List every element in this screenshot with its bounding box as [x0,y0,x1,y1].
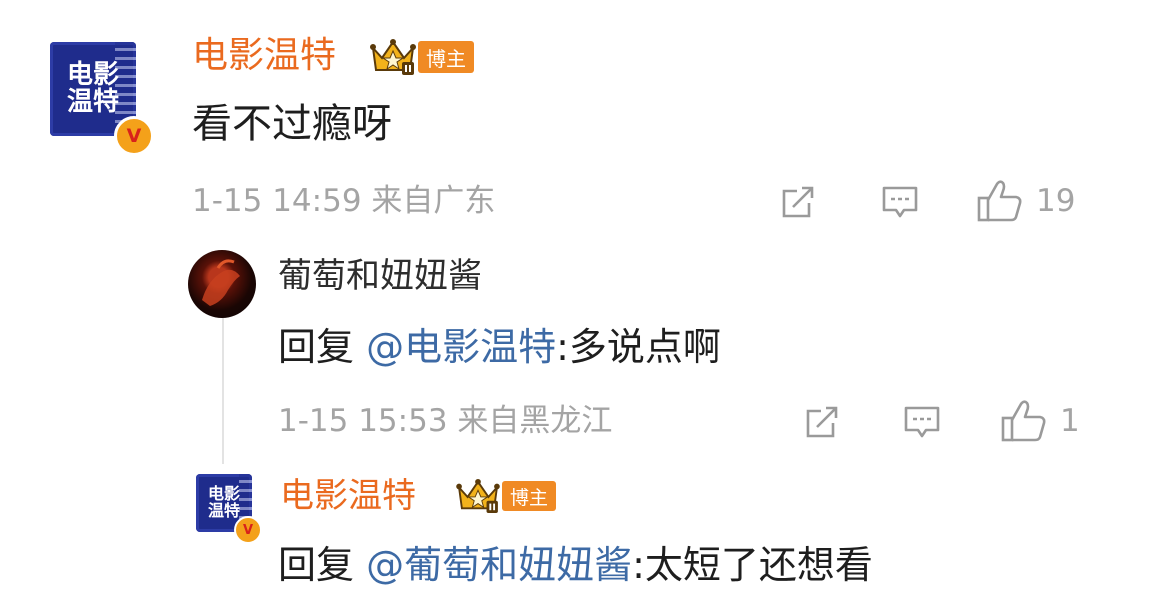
reply-body: :多说点啊 [556,325,721,369]
crown-icon [456,478,500,514]
badge-label: 博主 [418,41,474,73]
crown-icon [370,38,416,76]
badge-label: 博主 [502,481,557,511]
avatar-logo-text: 电影温特 [66,59,119,117]
share-button[interactable] [800,400,844,444]
comment-button[interactable] [878,180,922,224]
thumbs-up-icon [1001,400,1046,442]
share-icon [782,186,814,218]
avatar-image [202,259,240,306]
share-icon [806,406,838,438]
verified-badge-icon: V [234,516,262,544]
like-button[interactable] [998,396,1050,446]
reply-text: 回复 @电影温特:多说点啊 [278,322,721,372]
username[interactable]: 电影温特 [192,34,336,78]
avatar-logo-text: 电影温特 [207,484,240,520]
like-button[interactable] [974,176,1026,226]
thumbs-up-icon [977,180,1022,222]
comment-text: 看不过瘾呀 [192,101,392,147]
mention-link[interactable]: @葡萄和妞妞酱 [366,543,632,587]
reply-body: :太短了还想看 [632,543,873,587]
avatar[interactable] [188,250,256,318]
reply-prefix: 回复 [278,325,355,369]
timestamp-location: 1-15 14:59 来自广东 [192,183,496,219]
blogger-badge: 博主 [456,478,557,514]
like-count: 19 [1036,183,1076,219]
reply-username[interactable]: 电影温特 [280,474,416,518]
comment-icon [904,406,940,438]
mention-link[interactable]: @电影温特 [366,325,556,369]
comment-main: 电影温特 V 电影温特 博主 看不过瘾呀 1-15 14:59 来自广东 19 [0,0,1154,240]
comment-button[interactable] [900,400,944,444]
comment-icon [882,186,918,218]
reply-item: 葡萄和妞妞酱 回复 @电影温特:多说点啊 1-15 15:53 来自黑龙江 1 [0,240,1154,450]
timestamp-location: 1-15 15:53 来自黑龙江 [278,403,613,439]
reply-item: 电影温特 V 电影温特 博主 回复 @葡萄和妞妞酱:太短了还想看 [0,460,1154,600]
reply-prefix: 回复 [278,543,355,587]
verified-badge-icon: V [114,116,154,156]
blogger-badge: 博主 [370,38,474,76]
like-count: 1 [1060,403,1080,439]
reply-text: 回复 @葡萄和妞妞酱:太短了还想看 [278,540,873,590]
reply-username[interactable]: 葡萄和妞妞酱 [278,254,482,298]
share-button[interactable] [776,180,820,224]
